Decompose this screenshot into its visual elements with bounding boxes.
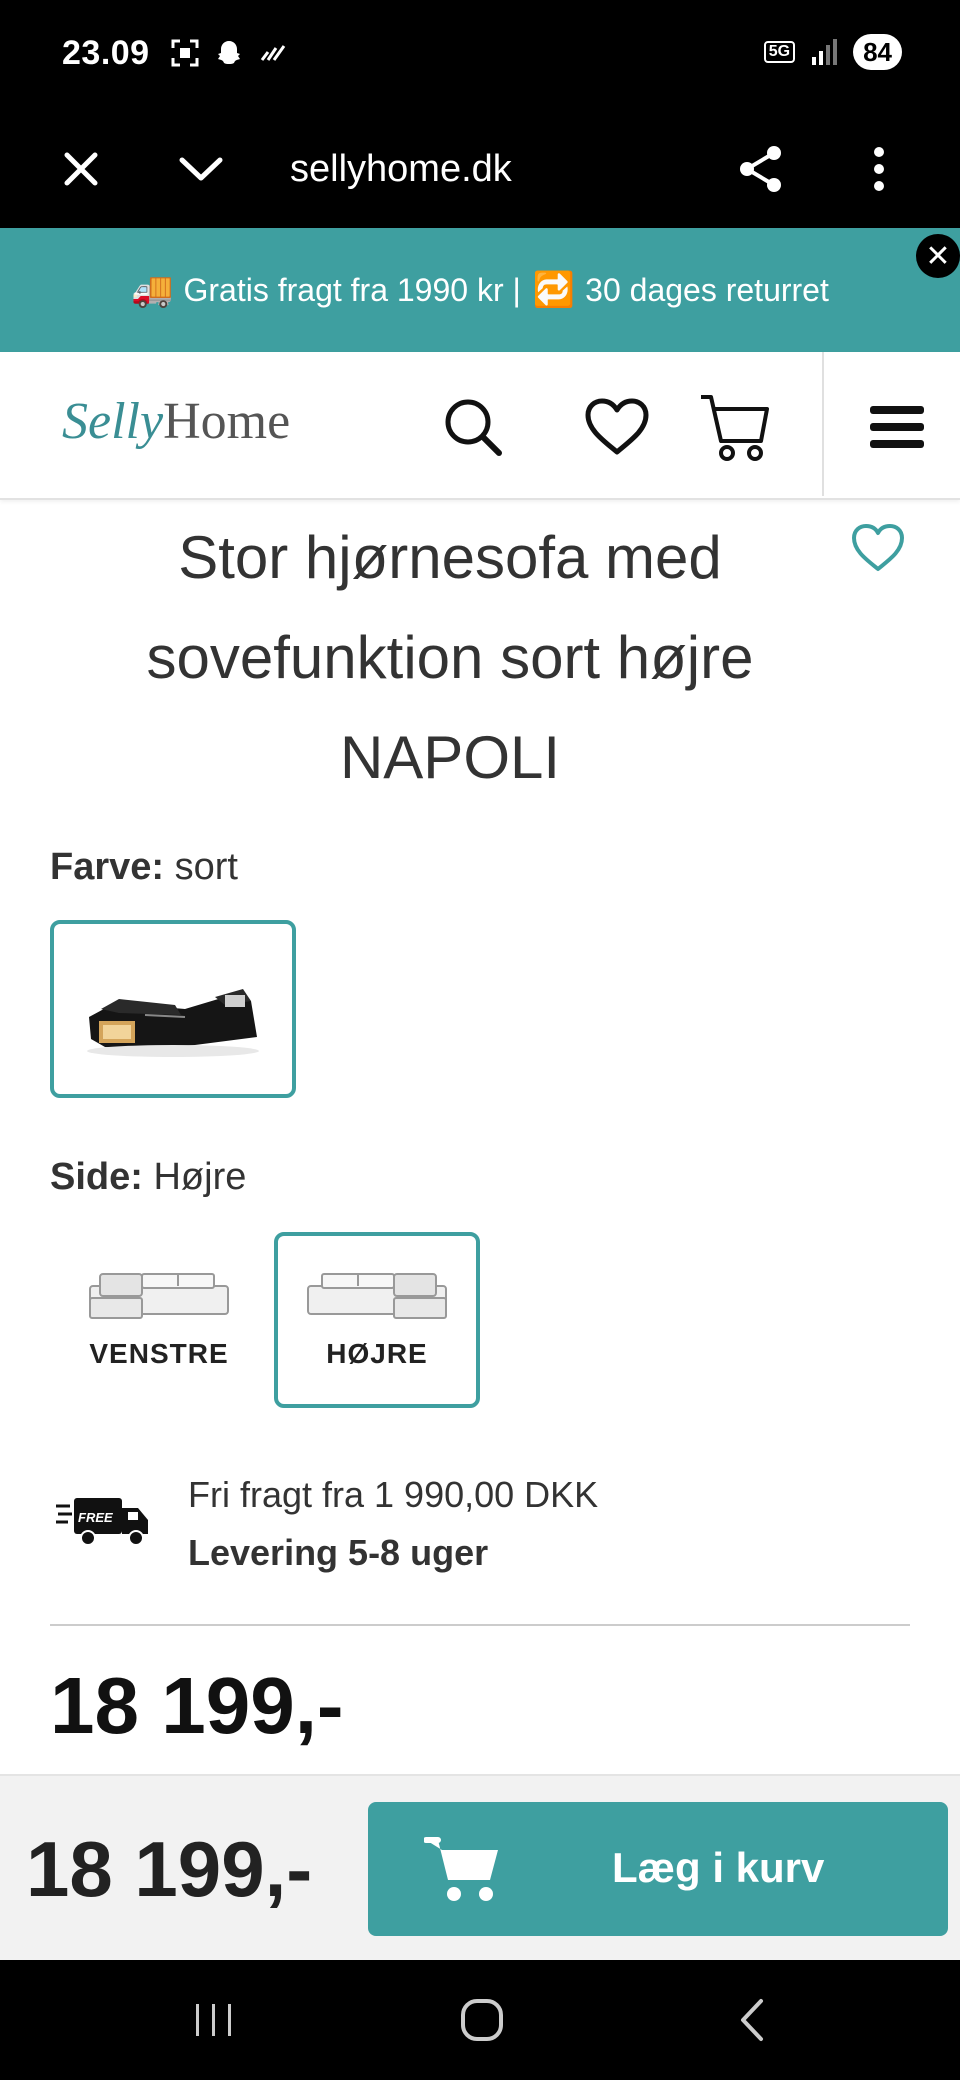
browser-toolbar: sellyhome.dk bbox=[0, 110, 960, 228]
wifi-calling-icon bbox=[260, 45, 286, 61]
sofa-thumbnail-image bbox=[87, 989, 259, 1057]
status-icons-left bbox=[170, 38, 288, 68]
add-to-cart-button[interactable]: Læg i kurv bbox=[368, 1802, 948, 1936]
chevron-down-icon[interactable] bbox=[170, 138, 232, 200]
menu-icon[interactable] bbox=[852, 382, 942, 472]
return-emoji: 🔁 bbox=[532, 271, 576, 309]
sticky-price: 18 199,- bbox=[26, 1825, 313, 1913]
status-bar: 23.09 5G 84 bbox=[0, 0, 960, 110]
logo-plain: Home bbox=[163, 393, 291, 450]
side-label: Side: bbox=[50, 1156, 143, 1198]
more-vert-icon[interactable] bbox=[848, 138, 910, 200]
color-label: Farve: bbox=[50, 846, 165, 888]
sofa-left-outline-icon bbox=[89, 1273, 229, 1319]
snapchat-icon bbox=[218, 41, 240, 64]
site-header: SellyHome bbox=[0, 352, 960, 500]
cart-icon bbox=[424, 1837, 498, 1901]
search-icon[interactable] bbox=[428, 382, 518, 472]
add-to-cart-label: Læg i kurv bbox=[612, 1844, 825, 1891]
product-price: 18 199,- bbox=[50, 1661, 344, 1750]
product-title: Stor hjørnesofa med sovefunktion sort hø… bbox=[146, 524, 754, 791]
screenshot-icon bbox=[171, 39, 199, 67]
network-badge: 5G bbox=[763, 41, 796, 63]
free-badge: FREE bbox=[78, 1510, 113, 1525]
home-icon[interactable] bbox=[442, 1990, 522, 2050]
side-value: Højre bbox=[153, 1156, 247, 1198]
promo-text-2: 30 dages returret bbox=[585, 271, 829, 308]
status-time: 23.09 bbox=[62, 34, 150, 72]
status-icons-right: 5G 84 bbox=[763, 34, 902, 70]
recent-apps-icon[interactable] bbox=[174, 1990, 254, 2050]
share-icon[interactable] bbox=[730, 138, 792, 200]
shipping-info: FREE Fri fragt fra 1 990,00 DKK Levering… bbox=[50, 1466, 910, 1586]
back-icon[interactable] bbox=[712, 1990, 792, 2050]
promo-text-1: Gratis fragt fra 1990 kr | bbox=[183, 271, 521, 308]
sofa-right-outline-icon bbox=[307, 1273, 447, 1319]
battery-indicator: 84 bbox=[853, 34, 902, 70]
color-label-line: Farve: sort bbox=[50, 846, 238, 889]
shipping-line-1: Fri fragt fra 1 990,00 DKK bbox=[188, 1474, 599, 1515]
truck-emoji: 🚚 bbox=[131, 271, 174, 309]
heart-icon[interactable] bbox=[572, 382, 662, 472]
signal-icon bbox=[812, 39, 838, 65]
promo-close-button[interactable]: ✕ bbox=[916, 234, 960, 278]
wishlist-heart-icon[interactable] bbox=[850, 522, 906, 578]
side-option-label: VENSTRE bbox=[89, 1338, 229, 1369]
color-swatch-sort[interactable] bbox=[50, 920, 296, 1098]
side-option-hojre[interactable]: HØJRE bbox=[274, 1232, 480, 1408]
close-icon[interactable] bbox=[50, 138, 112, 200]
side-option-venstre[interactable]: VENSTRE bbox=[56, 1232, 262, 1408]
site-logo[interactable]: SellyHome bbox=[62, 392, 290, 451]
header-divider bbox=[822, 352, 824, 496]
sticky-cart-bar: 18 199,- Læg i kurv bbox=[0, 1774, 960, 1960]
url-field[interactable]: sellyhome.dk bbox=[290, 148, 512, 191]
logo-script: Selly bbox=[62, 393, 164, 450]
system-nav-bar bbox=[0, 1960, 960, 2080]
section-divider bbox=[50, 1624, 910, 1626]
shipping-line-2: Levering 5-8 uger bbox=[188, 1532, 489, 1573]
free-shipping-truck-icon: FREE bbox=[56, 1498, 148, 1546]
promo-banner: 🚚 Gratis fragt fra 1990 kr | 🔁 30 dages … bbox=[0, 228, 960, 352]
cart-icon[interactable] bbox=[690, 382, 780, 472]
color-value: sort bbox=[174, 846, 238, 888]
side-option-label: HØJRE bbox=[326, 1338, 428, 1369]
side-label-line: Side: Højre bbox=[50, 1156, 246, 1199]
